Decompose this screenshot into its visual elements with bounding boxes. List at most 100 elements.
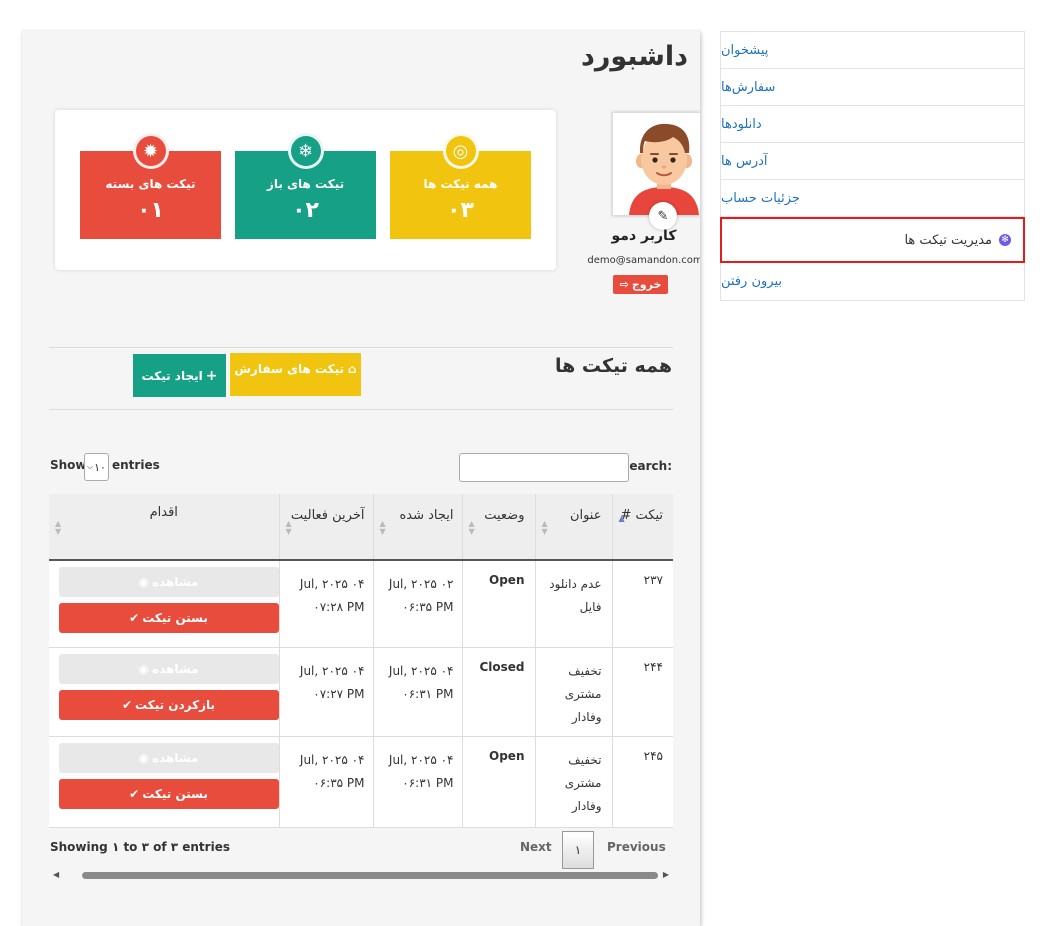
eye-icon: ◉	[138, 575, 149, 589]
stat-label: همه تیکت ها	[423, 177, 498, 191]
view-ticket-button[interactable]: مشاهده ◉	[58, 742, 279, 773]
created-time: ۰۶:۳۵ PM	[402, 600, 454, 614]
stat-open-tickets: ❄ تیکت های باز ۰۲	[235, 133, 376, 239]
create-ticket-button[interactable]: + ایجاد تیکت	[133, 354, 226, 397]
reopen-ticket-button[interactable]: بازکردن تیکت ✔	[58, 689, 279, 720]
show-label: Show	[50, 458, 87, 472]
avatar	[612, 112, 700, 216]
cell-updated: Jul, ۲۰۲۵ ۰۴ ۰۶:۳۵ PM	[278, 736, 373, 828]
dashboard-panel: داشبورد ◎ همه تیکت ها ۰۳ ❄ تیکت های باز …	[22, 31, 700, 926]
column-header-label: آخرین فعالیت	[290, 508, 365, 523]
cell-id: ۲۳۷	[611, 560, 673, 648]
scroll-left-icon[interactable]: ◀	[53, 870, 59, 879]
table-header-row: تیکت # ▲ عنوان ▲ ▼ وضعیت ▲ ▼ ایجاد شده ▲ ▼ آخری…	[49, 494, 673, 561]
updated-date: Jul, ۲۰۲۵ ۰۴	[299, 752, 365, 767]
column-header-action[interactable]: اقدام ▲ ▼	[49, 494, 279, 561]
column-header-status[interactable]: وضعیت ▲ ▼	[461, 494, 535, 561]
sidebar-item-label: دانلودها	[721, 116, 762, 132]
edit-avatar-button[interactable]: ✎	[649, 202, 677, 230]
snowflake-icon: ❄	[287, 133, 324, 169]
updated-date: Jul, ۲۰۲۵ ۰۴	[299, 663, 365, 678]
action-label: بستن تیکت	[142, 786, 208, 801]
order-tickets-button[interactable]: ⌂ تیکت های سفارش	[230, 353, 361, 396]
sidebar-item-label: مدیریت تیکت ها	[904, 232, 992, 248]
sidebar-item-dashboard[interactable]: پیشخوان	[721, 32, 1024, 69]
check-icon: ✔	[129, 611, 140, 625]
sidebar-item-account-details[interactable]: جزئیات حساب	[721, 180, 1024, 217]
view-ticket-button[interactable]: مشاهده ◉	[58, 567, 279, 597]
eye-icon: ◉	[138, 661, 149, 676]
column-header-label: وضعیت	[484, 508, 525, 523]
column-header-label: اقدام	[149, 505, 178, 520]
cell-status: Open	[461, 560, 535, 648]
page-title: داشبورد	[580, 41, 688, 72]
close-ticket-button[interactable]: بستن تیکت ✔	[58, 778, 279, 809]
eye-icon: ◉	[138, 750, 149, 765]
action-label: بستن تیکت	[142, 611, 208, 625]
created-date: Jul, ۲۰۲۵ ۰۴	[388, 752, 454, 767]
pagination-previous[interactable]: Previous	[607, 840, 666, 854]
logout-button[interactable]: خروج ⇨	[613, 275, 668, 294]
stat-closed-tickets: ✹ تیکت های بسته ۰۱	[80, 133, 221, 239]
sidebar-item-label: بیرون رفتن	[721, 274, 782, 289]
updated-time: ۰۶:۳۵ PM	[313, 775, 365, 790]
page-length-select[interactable]: ⌵ ۱۰	[84, 453, 109, 481]
created-time: ۰۶:۳۱ PM	[402, 775, 454, 790]
view-label: مشاهده	[152, 750, 199, 765]
stat-value: ۰۲	[292, 198, 319, 223]
column-header-updated[interactable]: آخرین فعالیت ▲ ▼	[278, 494, 373, 561]
pagination-next[interactable]: Next	[520, 840, 552, 854]
column-header-title[interactable]: عنوان ▲ ▼	[534, 494, 612, 561]
pencil-icon: ✎	[657, 208, 669, 224]
search-input[interactable]	[459, 453, 629, 482]
cell-updated: Jul, ۲۰۲۵ ۰۴ ۰۷:۲۷ PM	[278, 647, 373, 737]
logout-label: خروج	[631, 278, 662, 291]
column-header-created[interactable]: ایجاد شده ▲ ▼	[372, 494, 462, 561]
sort-icon: ▲ ▼	[285, 519, 292, 536]
updated-time: ۰۷:۲۸ PM	[313, 600, 365, 614]
ticket-stats-card: ◎ همه تیکت ها ۰۳ ❄ تیکت های باز ۰۲ ✹ تیک…	[55, 110, 556, 270]
created-time: ۰۶:۳۱ PM	[402, 686, 454, 701]
sort-icon: ▲ ▼	[379, 519, 386, 536]
column-header-label: ایجاد شده	[399, 508, 454, 523]
horizontal-scrollbar[interactable]: ◀ ▶	[49, 870, 673, 882]
burst-icon: ✹	[132, 133, 169, 169]
avatar-image	[613, 113, 700, 215]
updated-date: Jul, ۲۰۲۵ ۰۴	[299, 577, 365, 591]
pagination-page[interactable]: ۱	[562, 831, 594, 869]
view-ticket-button[interactable]: مشاهده ◉	[58, 653, 279, 684]
table-row: ۲۳۷ عدم دانلود فایل Open Jul, ۲۰۲۵ ۰۲ ۰۶:…	[49, 560, 673, 648]
sidebar-item-label: سفارش‌ها	[721, 79, 776, 95]
cell-updated: Jul, ۲۰۲۵ ۰۴ ۰۷:۲۸ PM	[278, 560, 373, 648]
scrollbar-thumb[interactable]	[82, 872, 658, 879]
column-header-id[interactable]: تیکت # ▲	[611, 494, 673, 561]
sort-icon: ▲ ▼	[468, 519, 475, 536]
sort-asc-icon: ▲	[618, 514, 625, 523]
divider	[49, 347, 673, 348]
cell-created: Jul, ۲۰۲۵ ۰۴ ۰۶:۳۱ PM	[372, 736, 462, 828]
sidebar-item-ticket-management[interactable]: ✻ مدیریت تیکت ها	[720, 217, 1025, 263]
stat-all-tickets: ◎ همه تیکت ها ۰۳	[390, 133, 531, 239]
basket-icon: ⌂	[348, 362, 357, 376]
action-label: بازکردن تیکت	[135, 697, 216, 712]
cell-title: تخفیف مشتری وفادار	[534, 647, 612, 737]
updated-time: ۰۷:۲۷ PM	[313, 686, 365, 701]
user-email: demo@samandon.com	[587, 255, 700, 266]
sidebar-item-downloads[interactable]: دانلودها	[721, 106, 1024, 143]
stat-label: تیکت های بسته	[105, 177, 196, 191]
table-info: Showing ۱ to ۳ of ۳ entries	[50, 840, 230, 854]
close-ticket-button[interactable]: بستن تیکت ✔	[58, 603, 279, 633]
stat-value: ۰۱	[137, 198, 164, 223]
account-sidebar: پیشخوان سفارش‌ها دانلودها آدرس ها جزئیات…	[720, 31, 1025, 301]
support-icon: ✻	[999, 234, 1011, 246]
cell-created: Jul, ۲۰۲۵ ۰۴ ۰۶:۳۱ PM	[372, 647, 462, 737]
sidebar-item-logout[interactable]: بیرون رفتن	[721, 263, 1024, 300]
cell-title: تخفیف مشتری وفادار	[534, 736, 612, 828]
sidebar-item-label: جزئیات حساب	[721, 190, 800, 206]
create-ticket-label: ایجاد تیکت	[141, 368, 203, 383]
sidebar-item-addresses[interactable]: آدرس ها	[721, 143, 1024, 180]
scroll-right-icon[interactable]: ▶	[663, 870, 669, 879]
user-name: کاربر دمو	[611, 228, 677, 244]
column-header-label: تیکت #	[620, 508, 663, 523]
sidebar-item-orders[interactable]: سفارش‌ها	[721, 69, 1024, 106]
